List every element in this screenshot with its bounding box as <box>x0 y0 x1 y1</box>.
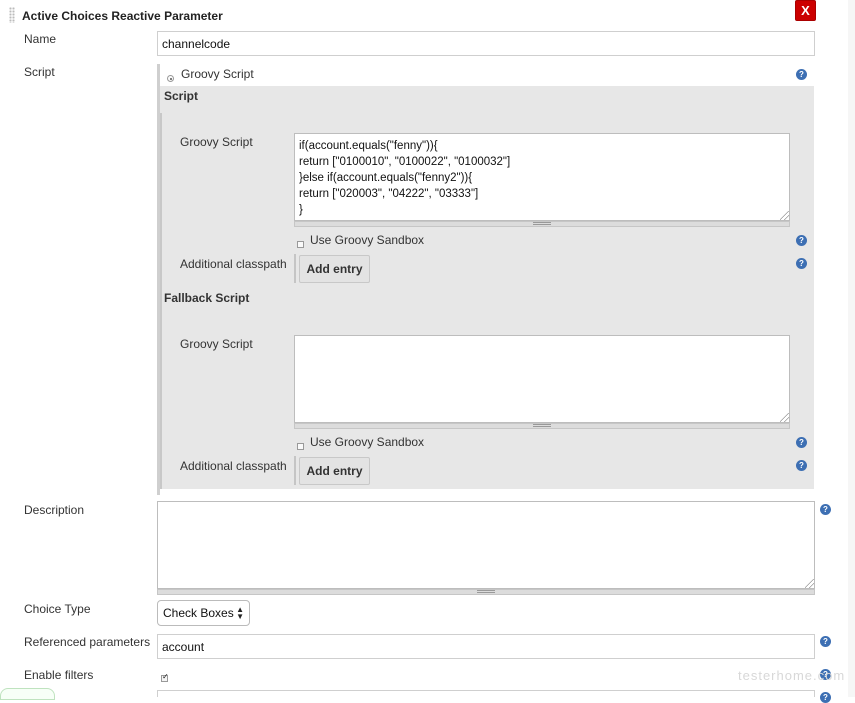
classpath-bar <box>294 456 296 485</box>
script-section-title: Script <box>164 89 199 103</box>
groovy-script-label: Groovy Script <box>180 135 253 149</box>
close-button[interactable]: X <box>795 0 816 21</box>
choice-type-label: Choice Type <box>24 602 91 616</box>
name-label: Name <box>24 32 57 46</box>
help-icon[interactable]: ? <box>796 69 807 80</box>
enable-filters-label: Enable filters <box>24 668 94 682</box>
expander-grip-icon <box>477 590 495 594</box>
add-entry-button[interactable]: Add entry <box>299 255 370 283</box>
help-icon[interactable]: ? <box>796 460 807 471</box>
help-icon[interactable]: ? <box>820 636 831 647</box>
fallback-section-title: Fallback Script <box>164 291 250 305</box>
fallback-classpath-label: Additional classpath <box>180 459 287 473</box>
groovy-script-textarea[interactable]: if(account.equals("fenny")){ return ["01… <box>294 133 790 221</box>
help-icon[interactable]: ? <box>796 437 807 448</box>
resize-handle-icon[interactable] <box>780 413 789 422</box>
classpath-label: Additional classpath <box>180 257 287 271</box>
help-icon[interactable]: ? <box>820 692 831 703</box>
referenced-parameters-input[interactable]: account <box>157 634 815 659</box>
scrollbar-track[interactable] <box>848 0 855 697</box>
help-icon[interactable]: ? <box>796 235 807 246</box>
panel-title: Active Choices Reactive Parameter <box>22 9 223 23</box>
expander-grip-icon <box>533 222 551 226</box>
resize-handle-icon[interactable] <box>805 579 814 588</box>
enable-filters-checkbox[interactable]: ✓ <box>161 672 169 682</box>
script-label: Script <box>24 65 55 79</box>
select-arrows-icon: ▲ ▼ <box>236 605 244 621</box>
choice-type-value: Check Boxes <box>163 606 234 620</box>
section-divider <box>160 113 162 489</box>
groovy-script-radio[interactable] <box>167 75 174 82</box>
help-icon[interactable]: ? <box>796 258 807 269</box>
watermark-text: testerhome.com <box>738 668 846 683</box>
description-label: Description <box>24 503 85 517</box>
groovy-script-radio-label: Groovy Script <box>181 67 254 81</box>
floating-tab[interactable] <box>0 688 55 700</box>
name-input[interactable]: channelcode <box>157 31 815 56</box>
expander-grip-icon <box>533 424 551 428</box>
classpath-bar <box>294 254 296 283</box>
fallback-add-entry-button[interactable]: Add entry <box>299 457 370 485</box>
sandbox-label: Use Groovy Sandbox <box>310 233 425 247</box>
sandbox-checkbox[interactable] <box>297 241 304 248</box>
next-field-input[interactable] <box>157 690 815 697</box>
fallback-sandbox-checkbox[interactable] <box>297 443 304 450</box>
resize-handle-icon[interactable] <box>780 211 789 220</box>
fallback-script-textarea[interactable] <box>294 335 790 423</box>
referenced-parameters-label: Referenced parameters <box>24 635 151 649</box>
description-textarea[interactable] <box>157 501 815 589</box>
fallback-groovy-label: Groovy Script <box>180 337 253 351</box>
choice-type-select[interactable]: Check Boxes ▲ ▼ <box>157 600 250 626</box>
fallback-sandbox-label: Use Groovy Sandbox <box>310 435 425 449</box>
help-icon[interactable]: ? <box>820 504 831 515</box>
drag-handle[interactable] <box>9 7 15 23</box>
